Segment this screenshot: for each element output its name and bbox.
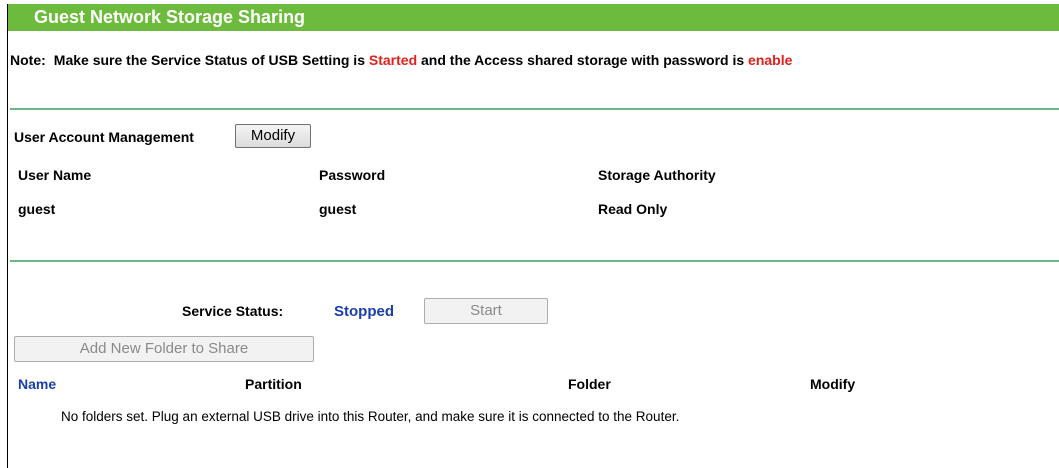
page-title: Guest Network Storage Sharing: [8, 4, 1059, 31]
service-status-label: Service Status:: [182, 303, 284, 319]
column-header-partition: Partition: [245, 376, 302, 392]
modify-account-button[interactable]: Modify: [235, 124, 311, 148]
column-header-storage-authority: Storage Authority: [598, 167, 716, 183]
section-divider: [10, 108, 1059, 110]
column-header-password: Password: [319, 167, 386, 183]
column-header-name[interactable]: Name: [18, 376, 56, 392]
note-text-part1: Make sure the Service Status of USB Sett…: [53, 52, 369, 68]
account-username-value: guest: [18, 201, 56, 217]
column-header-user-name: User Name: [18, 167, 92, 183]
page-frame: [7, 4, 1059, 468]
usb-setting-note: Note: Make sure the Service Status of USB…: [10, 52, 792, 68]
note-label: Note:: [10, 52, 46, 68]
no-folders-message: No folders set. Plug an external USB dri…: [61, 409, 680, 424]
note-started-highlight: Started: [368, 52, 418, 68]
column-header-folder: Folder: [568, 376, 611, 392]
note-text-part2: and the Access shared storage with passw…: [417, 52, 749, 68]
section-divider: [10, 260, 1059, 262]
column-header-modify: Modify: [810, 376, 856, 392]
start-service-button[interactable]: Start: [424, 298, 548, 324]
user-account-management-heading: User Account Management: [14, 129, 194, 145]
account-password-value: guest: [319, 201, 357, 217]
account-authority-value: Read Only: [598, 201, 668, 217]
note-enable-highlight: enable: [748, 52, 793, 68]
add-new-folder-button[interactable]: Add New Folder to Share: [14, 336, 314, 362]
service-status-value: Stopped: [334, 303, 394, 320]
